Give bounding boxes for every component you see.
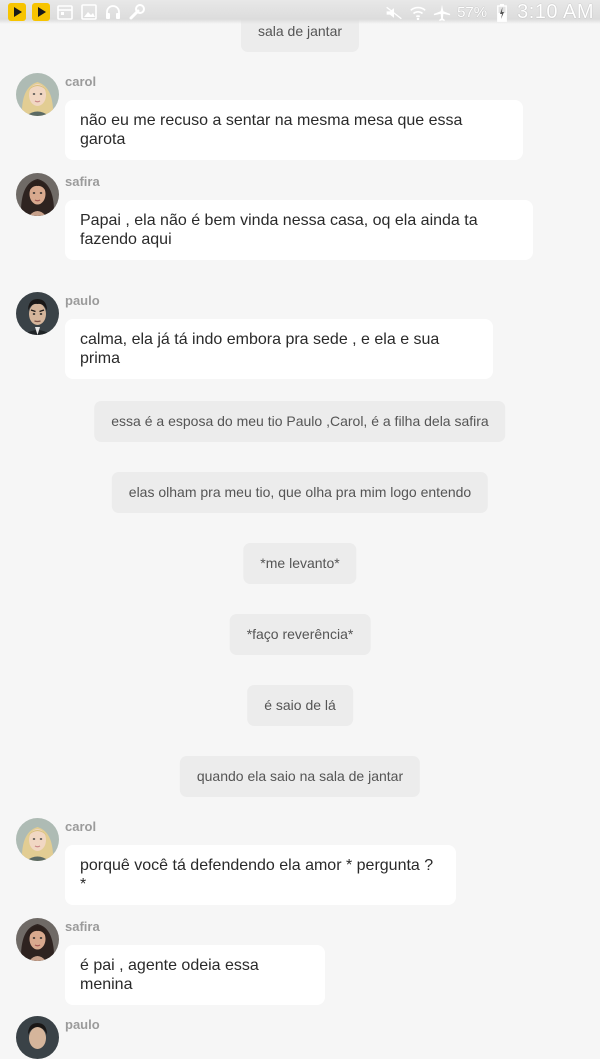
narration-bubble: elas olham pra meu tio, que olha pra mim… (111, 472, 489, 513)
narration-bubble: quando ela saio na sala de jantar (179, 756, 421, 797)
status-bar: 57% 3:10 AM (0, 0, 600, 24)
sender-name: carol (65, 74, 97, 89)
battery-percentage: 57% (457, 4, 488, 21)
narration-bubble: essa é a esposa do meu tio Paulo ,Carol,… (94, 401, 506, 442)
narration-bubble: *faço reverência* (229, 614, 371, 655)
avatar[interactable] (16, 918, 59, 961)
message-bubble: é pai , agente odeia essa menina (65, 945, 325, 1005)
avatar[interactable] (16, 818, 59, 861)
sender-name: paulo (65, 293, 100, 308)
headset-icon (104, 3, 122, 21)
system-status: 57% 3:10 AM (385, 1, 594, 24)
message-bubble: não eu me recuso a sentar na mesma mesa … (65, 100, 523, 160)
narration-bubble: *me levanto* (243, 543, 357, 584)
wifi-icon (409, 4, 427, 22)
message-bubble: calma, ela já tá indo embora pra sede , … (65, 319, 493, 379)
avatar[interactable] (16, 173, 59, 216)
calendar-icon (56, 3, 74, 21)
avatar[interactable] (16, 1016, 59, 1059)
message-bubble: porquê você tá defendendo ela amor * per… (65, 845, 456, 905)
narration-bubble: é saio de lá (247, 685, 353, 726)
play-store-icon (32, 3, 50, 21)
airplane-icon (433, 4, 451, 22)
notification-icons (8, 3, 146, 21)
wrench-icon (128, 3, 146, 21)
message-bubble: Papai , ela não é bem vinda nessa casa, … (65, 200, 533, 260)
battery-charging-icon (493, 3, 511, 22)
sender-name: paulo (65, 1017, 100, 1032)
avatar[interactable] (16, 73, 59, 116)
clock: 3:10 AM (517, 1, 594, 23)
sender-name: safira (65, 919, 100, 934)
chat-thread[interactable]: sala de jantar carol não eu me recuso a … (0, 0, 600, 1059)
sender-name: safira (65, 174, 100, 189)
play-store-icon (8, 3, 26, 21)
avatar[interactable] (16, 292, 59, 335)
sender-name: carol (65, 819, 97, 834)
mute-icon (385, 4, 403, 22)
image-icon (80, 3, 98, 21)
